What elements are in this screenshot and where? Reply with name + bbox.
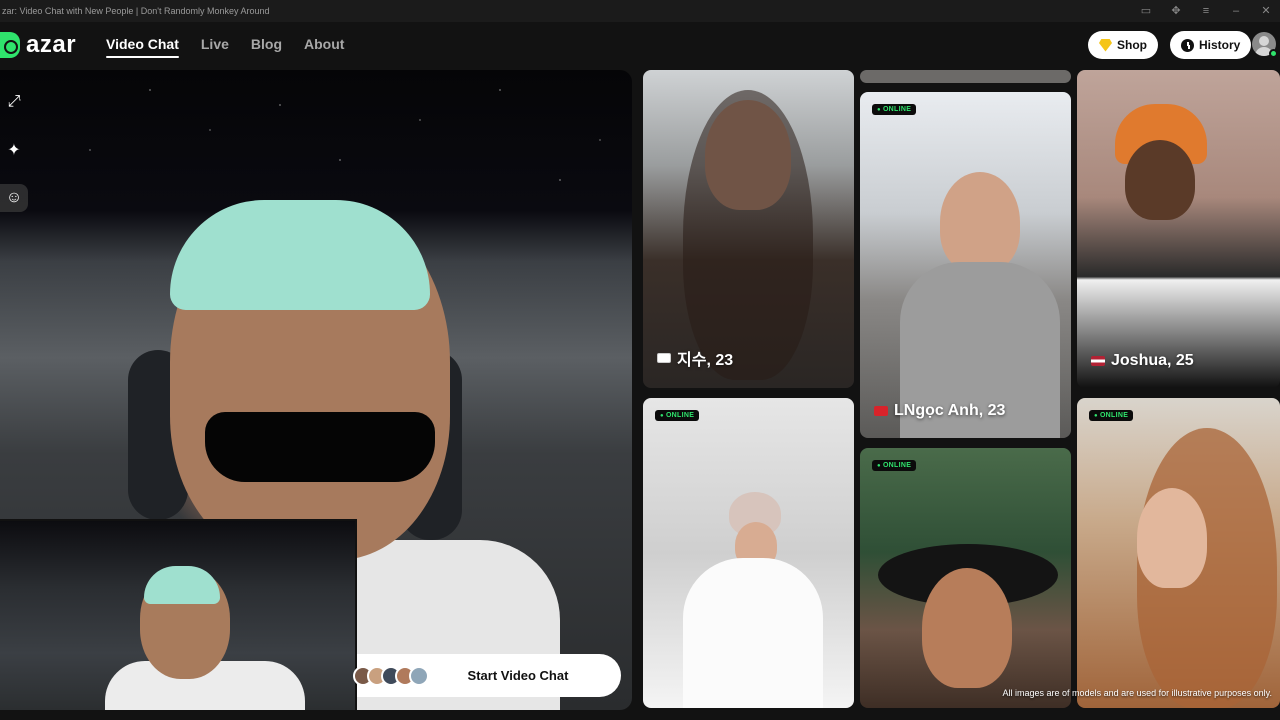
profile-name: LNgọc Anh, 23	[874, 402, 1005, 420]
azar-logo[interactable]: azar	[0, 31, 76, 59]
nav-video-chat[interactable]: Video Chat	[106, 36, 179, 58]
online-badge: ONLINE	[872, 104, 917, 115]
logo-text: azar	[26, 31, 77, 58]
profile-name: 지수, 23	[657, 346, 733, 370]
nav-live[interactable]: Live	[201, 36, 229, 56]
camera-icon[interactable]: ▭	[1140, 5, 1152, 17]
profile-card[interactable]: ONLINE	[1077, 398, 1280, 708]
window-titlebar: zar: Video Chat with New People | Don't …	[0, 0, 1280, 22]
profile-card[interactable]: ONLINE LNgọc Anh, 23	[860, 92, 1071, 438]
sparkle-icon[interactable]: ✦	[0, 136, 28, 164]
online-badge: ONLINE	[1089, 410, 1134, 421]
profile-card-partial[interactable]	[860, 70, 1071, 83]
shop-button[interactable]: Shop	[1088, 31, 1158, 59]
minimize-icon[interactable]: –	[1230, 5, 1242, 17]
self-video-preview	[0, 519, 357, 710]
avatar	[409, 665, 429, 686]
online-status-dot	[1269, 49, 1278, 58]
nav-blog[interactable]: Blog	[251, 36, 282, 56]
usa-flag-icon	[1091, 356, 1105, 366]
face-filter-icon[interactable]: ☺	[0, 184, 28, 212]
profile-card[interactable]: ONLINE	[860, 448, 1071, 708]
profile-photo	[940, 172, 1020, 272]
puzzle-icon[interactable]: ✥	[1170, 5, 1182, 17]
menu-icon[interactable]: ≡	[1200, 5, 1212, 17]
profile-photo	[922, 568, 1012, 688]
start-video-chat-label: Start Video Chat	[467, 668, 569, 683]
korea-flag-icon	[657, 353, 671, 363]
online-badge: ONLINE	[872, 460, 917, 471]
azar-logo-mark	[0, 32, 20, 58]
app-header: azar Video Chat Live Blog About Shop His…	[0, 22, 1280, 68]
main-nav: Video Chat Live Blog About	[106, 36, 344, 58]
window-controls: ▭ ✥ ≡ – ✕	[1140, 0, 1272, 22]
clock-icon	[1181, 38, 1194, 52]
profile-card[interactable]: Joshua, 25	[1077, 70, 1280, 388]
profile-photo	[1125, 140, 1195, 220]
history-label: History	[1199, 38, 1241, 52]
self-cap	[144, 566, 220, 604]
close-icon[interactable]: ✕	[1260, 5, 1272, 17]
vietnam-flag-icon	[874, 406, 888, 416]
video-tools: ⤢ ✦ ☺	[0, 88, 28, 212]
shop-label: Shop	[1117, 38, 1147, 52]
profile-coat	[683, 558, 823, 708]
expand-icon[interactable]: ⤢	[0, 88, 28, 116]
profile-photo	[1137, 488, 1207, 588]
user-avatars	[353, 665, 429, 686]
profile-card[interactable]: ONLINE	[643, 398, 854, 708]
models-disclaimer: All images are of models and are used fo…	[1002, 688, 1272, 698]
online-badge: ONLINE	[655, 410, 700, 421]
profile-card[interactable]: 지수, 23	[643, 70, 854, 388]
diamond-icon	[1099, 38, 1112, 52]
person-sunglasses	[205, 412, 435, 482]
start-video-chat-button[interactable]: Start Video Chat	[353, 654, 621, 697]
history-button[interactable]: History	[1170, 31, 1252, 59]
profile-hair	[683, 90, 813, 380]
window-title: zar: Video Chat with New People | Don't …	[2, 6, 270, 16]
nav-about[interactable]: About	[304, 36, 344, 56]
profile-name: Joshua, 25	[1091, 352, 1194, 370]
